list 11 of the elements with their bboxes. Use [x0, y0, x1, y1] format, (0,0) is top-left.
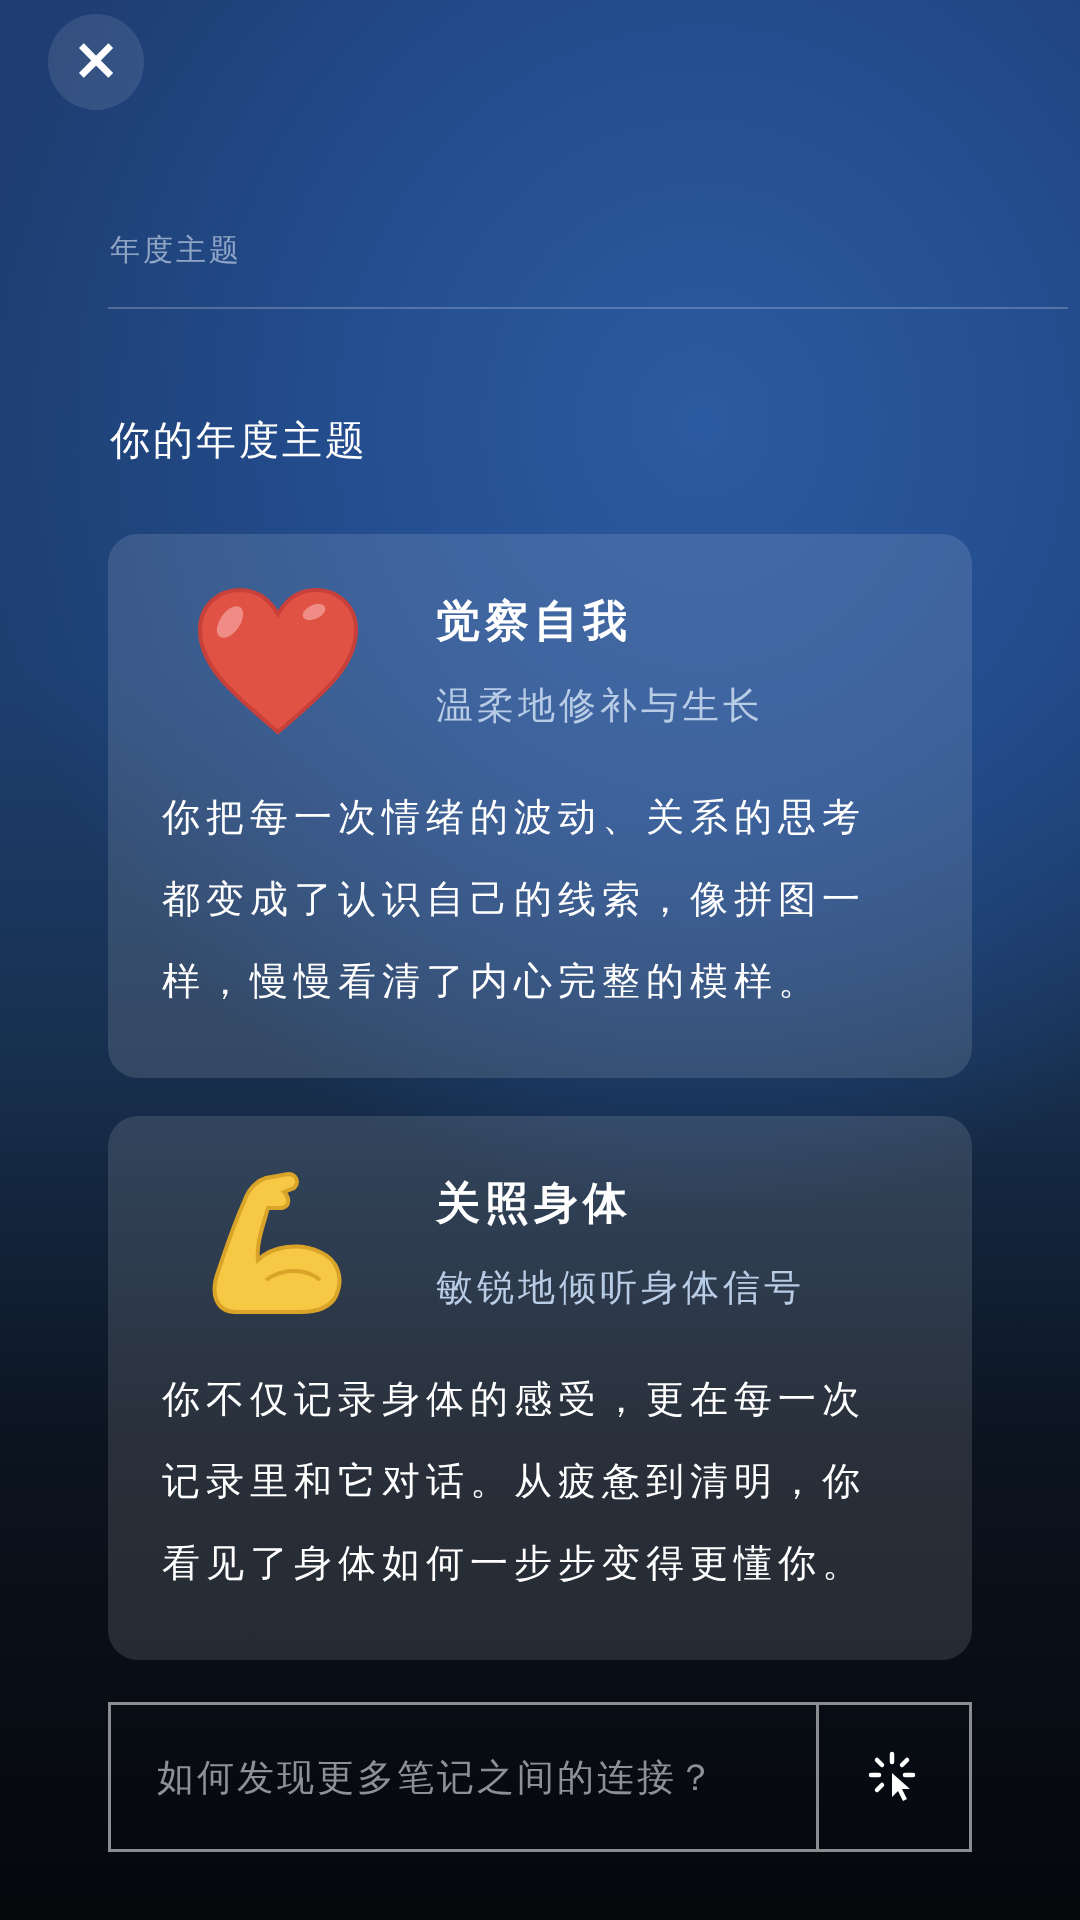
- theme-title: 关照身体: [436, 1175, 633, 1230]
- theme-description: 你不仅记录身体的感受，更在每一次记录里和它对话。从疲惫到清明，你看见了身体如何一步步变得更懂你。: [162, 1376, 867, 1587]
- theme-description: 你把每一次情绪的波动、关系的思考都变成了认识自己的线索，像拼图一样，慢慢看清了内心完整的模样。: [162, 794, 867, 1005]
- theme-subtitle: 温柔地修补与生长: [436, 682, 764, 729]
- section-label: 年度主题: [110, 231, 243, 269]
- question-field[interactable]: 如何发现更多笔记之间的连接？: [108, 1702, 972, 1852]
- theme-title: 觉察自我: [436, 593, 633, 648]
- close-button[interactable]: ×: [48, 14, 144, 110]
- section-heading: 你的年度主题: [110, 416, 369, 465]
- heart-icon: [196, 586, 360, 736]
- theme-subtitle: 敏锐地倾听身体信号: [436, 1264, 805, 1311]
